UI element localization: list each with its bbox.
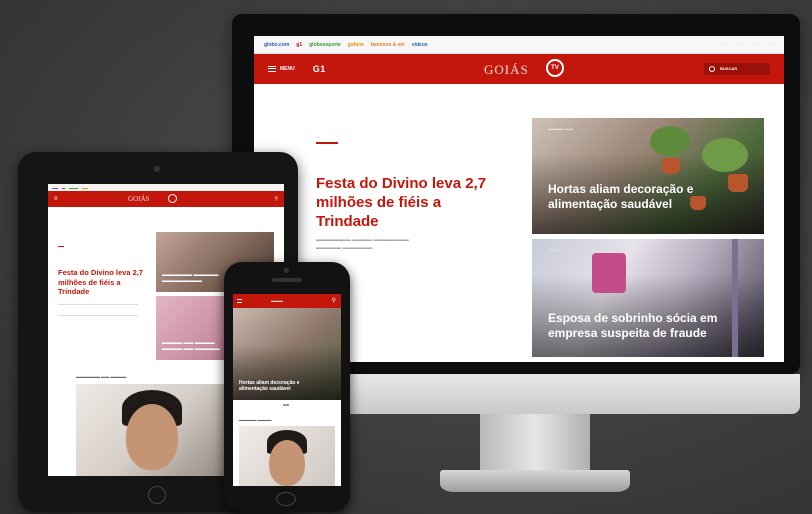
news-card-gardens[interactable]: ▬▬▬▬ ▬▬ Hortas aliam decoração e aliment… — [532, 118, 764, 234]
search-label: BUSCAR — [720, 66, 738, 71]
video-section-title: ▬▬▬▬▬ ▬▬▬▬ — [239, 418, 272, 422]
menu-label: MENU — [280, 66, 295, 72]
search-icon[interactable]: ⚲ — [274, 196, 278, 202]
tablet-summary — [58, 304, 138, 316]
tablet-headline[interactable]: Festa do Divino leva 2,7 milhões de fiéi… — [58, 268, 146, 297]
topbar-dots: ▬ — [62, 185, 65, 190]
site-header: MENU G1 GOIÁS TV BUSCAR — [254, 54, 784, 84]
topbar-right-links: ····· ····· ····· ···· — [718, 42, 774, 47]
phone-device: ▬▬▬ ⚲ Hortas aliam decoração e alimentaç… — [224, 262, 350, 512]
region-title: GOIÁS — [484, 62, 529, 77]
pink-sign — [592, 253, 626, 293]
tablet-header: ≡ GOIÁS ⚲ — [48, 191, 284, 207]
tablet-camera — [154, 166, 160, 172]
hamburger-icon[interactable]: ≡ — [54, 196, 58, 202]
topbar-link-g1[interactable]: g1 — [296, 42, 302, 48]
card-tag: ▬▬▬▬ ▬▬ — [548, 126, 574, 131]
kicker-underline — [58, 246, 64, 247]
video-section-title: ▬▬▬▬▬▬ ▬▬ ▬▬▬▬ — [76, 374, 127, 379]
globo-topbar: globo.com g1 globoesporte gshow famosos … — [254, 36, 784, 54]
card-title: ▬▬▬▬ ▬▬ ▬▬▬▬ ▬▬▬▬ ▬▬ ▬▬▬▬▬ — [162, 340, 220, 352]
main-headline[interactable]: Festa do Divino leva 2,7 milhões de fiéi… — [316, 174, 506, 231]
monitor-stand-base — [440, 470, 630, 492]
topbar-link-globo[interactable]: globo.com — [264, 42, 289, 48]
card-tag: ▬▬▬▬ — [548, 247, 564, 252]
topbar-link-famosos[interactable]: famosos & etc — [371, 42, 405, 48]
hamburger-icon — [268, 66, 276, 72]
phone-speaker — [272, 278, 302, 282]
phone-card-gardens[interactable]: Hortas aliam decoração e alimentação sau… — [233, 308, 341, 400]
topbar-dots: ▬▬ — [52, 185, 58, 190]
kicker-underline — [316, 142, 338, 144]
phone-screen: ▬▬▬ ⚲ Hortas aliam decoração e alimentaç… — [233, 294, 341, 486]
phone-region: ▬▬▬ — [271, 298, 283, 303]
topbar-dots: ▬▬▬ — [69, 185, 78, 190]
main-summary: ▬▬▬▬▬▬▬ ▬▬▬▬ ▬▬▬▬▬▬▬ ▬▬▬▬▬ ▬▬▬▬▬▬ — [316, 237, 409, 251]
flower-pot — [728, 174, 748, 192]
card-title: Hortas aliam decoração e alimentação sau… — [239, 380, 300, 392]
tablet-topbar: ▬▬ ▬ ▬▬▬ ▬▬ — [48, 184, 284, 191]
search-icon[interactable]: ⚲ — [332, 297, 336, 304]
tv-logo[interactable] — [168, 194, 177, 203]
menu-button[interactable]: MENU — [268, 66, 295, 72]
news-card-fraud[interactable]: ▬▬▬▬ Esposa de sobrinho sócia em empresa… — [532, 239, 764, 357]
monitor-stand-neck — [480, 414, 590, 476]
topbar-dots: ▬▬ — [82, 185, 88, 190]
phone-header: ▬▬▬ ⚲ — [233, 294, 341, 308]
topbar-link-globoesporte[interactable]: globoesporte — [309, 42, 341, 48]
plant-leaves — [702, 138, 748, 172]
phone-camera — [284, 268, 289, 273]
hamburger-icon[interactable] — [237, 299, 242, 303]
story-kicker: — — [316, 134, 320, 139]
tablet-home-button[interactable] — [148, 486, 166, 504]
topbar-link-gshow[interactable]: gshow — [348, 42, 364, 48]
topbar-link-videos[interactable]: vídeos — [412, 42, 428, 48]
person-face — [126, 404, 178, 470]
phone-video-thumbnail[interactable] — [239, 426, 335, 486]
card-title: Hortas aliam decoração e alimentação sau… — [548, 182, 694, 211]
g1-logo[interactable]: G1 — [313, 64, 326, 74]
tv-anhanguera-logo[interactable]: TV — [546, 59, 564, 77]
carousel-indicator[interactable] — [283, 404, 289, 406]
tablet-region-title: GOIÁS — [128, 195, 150, 203]
phone-home-button[interactable] — [276, 492, 296, 506]
person-face — [269, 440, 305, 486]
tablet-video-thumbnail[interactable] — [76, 384, 236, 476]
card-title: ▬▬▬▬▬▬ ▬▬▬▬▬ ▬▬▬▬▬▬▬▬ — [162, 272, 219, 284]
card-title: Esposa de sobrinho sócia em empresa susp… — [548, 311, 718, 340]
plant-leaves — [650, 126, 690, 156]
flower-pot — [662, 158, 680, 174]
search-icon — [709, 66, 715, 72]
search-box[interactable]: BUSCAR — [704, 63, 770, 75]
